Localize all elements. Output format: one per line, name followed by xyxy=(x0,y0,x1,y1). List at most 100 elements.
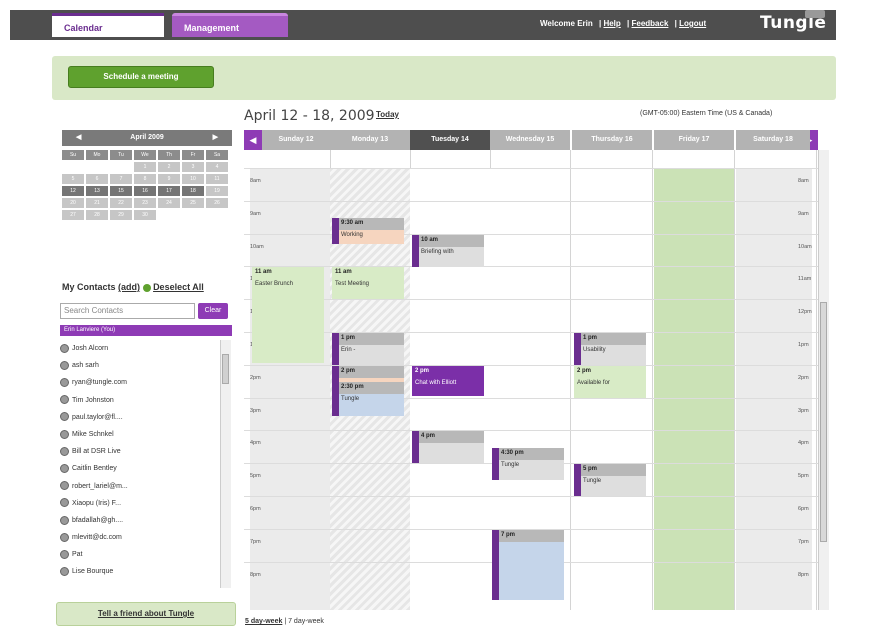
day-cell[interactable]: 30 xyxy=(134,210,156,220)
feedback-link[interactable]: Feedback xyxy=(631,19,668,28)
day-cell[interactable]: 27 xyxy=(62,210,84,220)
contact-icon xyxy=(60,360,69,370)
calendar-event[interactable]: 9:30 am Working xyxy=(332,218,404,245)
calendar-event[interactable]: 11 am Easter Brunch xyxy=(252,267,324,364)
contact-item[interactable]: Pat xyxy=(60,546,220,563)
contact-item[interactable]: Tim Johnston xyxy=(60,392,220,409)
hour-line xyxy=(244,200,818,202)
contact-item[interactable]: paul.taylor@fl.... xyxy=(60,409,220,426)
calendar-event[interactable]: 11 am Test Meeting xyxy=(332,267,404,300)
contact-item[interactable]: Lise Bourque xyxy=(60,563,220,580)
calendar-scroll-thumb[interactable] xyxy=(820,302,827,542)
calendar-event[interactable]: 7 pm xyxy=(492,529,564,600)
day-cell[interactable]: 6 xyxy=(86,174,108,184)
day-header[interactable]: Tuesday 14 xyxy=(410,130,490,150)
prev-week-button[interactable]: ◀ xyxy=(244,130,262,150)
contact-icon xyxy=(60,343,69,353)
event-time: 2 pm xyxy=(332,365,404,378)
day-header[interactable]: Monday 13 xyxy=(330,130,410,150)
day-cell[interactable]: 26 xyxy=(206,198,228,208)
day-cell[interactable]: 29 xyxy=(110,210,132,220)
calendar-event[interactable]: 4:30 pm Tungle xyxy=(492,447,564,480)
contact-item[interactable]: Bill at DSR Live xyxy=(60,443,220,460)
day-cell[interactable]: 20 xyxy=(62,198,84,208)
calendar-event[interactable]: 10 am Briefing with xyxy=(412,234,484,267)
contact-item[interactable]: Caitlin Bentley xyxy=(60,460,220,477)
day-cell[interactable]: 3 xyxy=(182,162,204,172)
add-contact-link[interactable]: (add) xyxy=(118,282,140,292)
day-header[interactable]: Thursday 16 xyxy=(572,130,652,150)
day-cell[interactable]: 21 xyxy=(86,198,108,208)
next-month-icon[interactable]: ▶ xyxy=(213,130,218,146)
event-title: Available for xyxy=(577,379,610,386)
five-day-week-link[interactable]: 5 day-week xyxy=(245,618,282,625)
day-cell[interactable]: 11 xyxy=(206,174,228,184)
contacts-scroll-thumb[interactable] xyxy=(222,354,229,384)
day-cell[interactable]: 18 xyxy=(182,186,204,196)
contact-item[interactable]: ryan@tungle.com xyxy=(60,374,220,391)
contacts-scrollbar[interactable] xyxy=(220,340,231,588)
calendar-event[interactable]: 4 pm xyxy=(412,431,484,464)
event-time: 2 pm xyxy=(415,367,430,374)
day-cell[interactable]: 7 xyxy=(110,174,132,184)
logout-link[interactable]: Logout xyxy=(679,19,706,28)
calendar-event[interactable]: 2 pm Available for xyxy=(574,365,646,398)
calendar-event[interactable]: 1 pm Erin - xyxy=(332,333,404,365)
day-cell[interactable]: 17 xyxy=(158,186,180,196)
day-cell[interactable]: 24 xyxy=(158,198,180,208)
day-header[interactable]: Saturday 18 xyxy=(736,130,810,150)
seven-day-week-link[interactable]: 7 day-week xyxy=(288,618,324,625)
contact-icon xyxy=(60,395,69,405)
day-cell[interactable]: 25 xyxy=(182,198,204,208)
day-header[interactable]: Sunday 12 xyxy=(262,130,330,150)
day-cell[interactable]: 16 xyxy=(134,186,156,196)
event-time: 11 am xyxy=(255,269,272,276)
contact-item[interactable]: Xiaopu (Iris) F... xyxy=(60,495,220,512)
day-cell[interactable]: 13 xyxy=(86,186,108,196)
day-cell[interactable]: 19 xyxy=(206,186,228,196)
day-cell[interactable]: 2 xyxy=(158,162,180,172)
contact-self[interactable]: Erin Lanviere (You) xyxy=(60,325,232,336)
day-cell[interactable]: 10 xyxy=(182,174,204,184)
tab-management[interactable]: Management xyxy=(172,13,288,37)
contact-item[interactable]: Mike Schnkel xyxy=(60,426,220,443)
day-header[interactable]: Wednesday 15 xyxy=(490,130,570,150)
day-cell[interactable]: 23 xyxy=(134,198,156,208)
day-cell[interactable]: 1 xyxy=(134,162,156,172)
search-contacts-input[interactable]: Search Contacts xyxy=(60,303,195,319)
day-header[interactable]: Friday 17 xyxy=(654,130,734,150)
contact-name: mlevitt@dc.com xyxy=(72,534,122,542)
contact-item[interactable]: robert_lariel@m... xyxy=(60,478,220,495)
prev-month-icon[interactable]: ◀ xyxy=(76,130,81,146)
tab-calendar[interactable]: Calendar xyxy=(52,13,164,37)
contact-item[interactable]: mlevitt@dc.com xyxy=(60,529,220,546)
contact-item[interactable]: bfadallah@gh.... xyxy=(60,512,220,529)
day-cell[interactable]: 5 xyxy=(62,174,84,184)
calendar-scrollbar[interactable] xyxy=(818,150,829,610)
tell-friend-button[interactable]: Tell a friend about Tungle xyxy=(56,602,236,626)
day-cell[interactable]: 15 xyxy=(110,186,132,196)
hour-line xyxy=(244,496,818,497)
calendar-event[interactable]: 1 pm Usability xyxy=(574,333,646,365)
day-cell[interactable]: 4 xyxy=(206,162,228,172)
today-link[interactable]: Today xyxy=(376,110,399,119)
contact-icon xyxy=(60,549,69,559)
day-cell[interactable]: 8 xyxy=(134,174,156,184)
help-link[interactable]: Help xyxy=(603,19,620,28)
schedule-meeting-button[interactable]: Schedule a meeting xyxy=(68,66,214,88)
event-marker xyxy=(574,333,581,365)
day-cell[interactable]: 12 xyxy=(62,186,84,196)
time-label: 2pm xyxy=(798,374,809,381)
calendar-event[interactable]: 5 pm Tungle xyxy=(574,464,646,497)
contact-item[interactable]: Josh Alcorn xyxy=(60,340,220,357)
deselect-all-link[interactable]: Deselect All xyxy=(153,282,204,292)
day-cell[interactable]: 28 xyxy=(86,210,108,220)
day-cell[interactable]: 9 xyxy=(158,174,180,184)
time-label: 9am xyxy=(250,210,261,217)
day-cell[interactable]: 22 xyxy=(110,198,132,208)
calendar-event[interactable]: 2:30 pm Tungle xyxy=(332,382,404,417)
clear-button[interactable]: Clear xyxy=(198,303,228,319)
timezone-label[interactable]: (GMT-05:00) Eastern Time (US & Canada) xyxy=(640,110,772,117)
calendar-event[interactable]: 2 pm Chat with Elliott xyxy=(412,365,484,396)
contact-item[interactable]: ash sarh xyxy=(60,357,220,374)
